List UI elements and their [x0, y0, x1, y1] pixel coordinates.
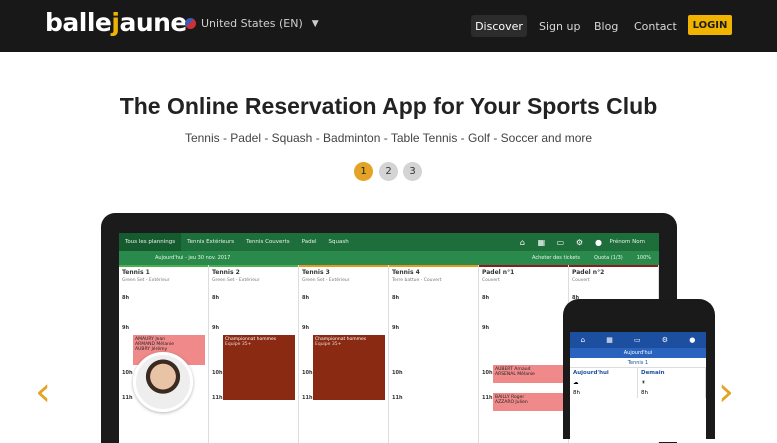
phone-tab-bar: ⌂ ▦ ▭ ⚙ ●	[570, 332, 706, 348]
chat-icon: ▭	[556, 237, 565, 247]
chat-icon: ▭	[634, 336, 641, 344]
hero-title: The Online Reservation App for Your Spor…	[119, 93, 658, 119]
carousel-page-2[interactable]: 2	[379, 162, 398, 181]
app-buy-tickets: Acheter des tickets	[532, 255, 580, 261]
phone-court-label: Tennis 1	[570, 358, 706, 368]
nav-signup[interactable]: Sign up	[539, 15, 580, 37]
phone-mockup: ⌂ ▦ ▭ ⚙ ● Aujourd'hui Tennis 1 Aujourd'h…	[563, 299, 715, 442]
court-column: Tennis 2 Green Set - Extérieur 8h 9h Cha…	[209, 265, 299, 443]
home-icon: ⌂	[519, 237, 525, 247]
hero-subtitle: Tennis - Padel - Squash - Badminton - Ta…	[184, 131, 593, 145]
booking-block: AUBERT Arnaud ARSENAL Mélanie	[493, 365, 565, 383]
cloud-icon: ☁	[570, 378, 638, 388]
booking-block: BAILLY Roger AZZARO Julien	[493, 393, 565, 411]
home-icon: ⌂	[580, 336, 586, 344]
person-avatar	[133, 352, 193, 412]
user-icon: ●	[594, 237, 602, 247]
carousel-next-arrow-icon[interactable]: ›	[718, 372, 734, 412]
app-tab: Squash	[328, 239, 349, 245]
calendar-icon: ▦	[606, 336, 613, 344]
phone-weather-row: ☁ ☀	[570, 378, 706, 388]
us-flag-icon	[185, 18, 196, 29]
top-nav-bar: ballejaune United States (EN) ▼ Discover…	[0, 0, 777, 52]
event-block: Championnat hommes Equipe 35+	[223, 335, 295, 400]
gear-icon: ⚙	[661, 336, 669, 344]
app-tab: Padel	[301, 239, 317, 245]
app-date-bar: Aujourd'hui - jeu 30 nov. 2017 Acheter d…	[119, 251, 659, 265]
app-tab: Tennis Extérieurs	[187, 239, 235, 245]
nav-discover[interactable]: Discover	[471, 15, 527, 37]
gear-icon: ⚙	[575, 237, 584, 247]
login-button[interactable]: LOGIN	[688, 15, 732, 35]
country-label: United States (EN)	[201, 17, 303, 30]
app-tab: Tennis Couverts	[246, 239, 290, 245]
phone-day-row: Aujourd'hui Demain	[570, 368, 706, 378]
caret-down-icon: ▼	[311, 18, 319, 29]
nav-contact[interactable]: Contact	[634, 15, 677, 37]
nav-blog[interactable]: Blog	[594, 15, 618, 37]
app-tab-bar: Tous les plannings Tennis Extérieurs Ten…	[119, 233, 659, 251]
phone-hour-row: 8h 8h	[570, 388, 706, 398]
sun-icon: ☀	[638, 378, 706, 388]
country-selector[interactable]: United States (EN) ▼	[185, 17, 319, 30]
app-date-label: Aujourd'hui - jeu 30 nov. 2017	[155, 255, 231, 261]
court-surface: Green Set - Extérieur	[122, 278, 170, 283]
calendar-icon: ▦	[537, 237, 546, 247]
phone-date-label: Aujourd'hui	[570, 348, 706, 358]
user-icon: ●	[689, 336, 696, 344]
app-tab: Tous les plannings	[119, 233, 182, 251]
app-user-name: Prénom Nom	[609, 239, 645, 245]
carousel-page-1[interactable]: 1	[354, 162, 373, 181]
carousel-prev-arrow-icon[interactable]: ‹	[35, 372, 51, 412]
event-block: Championnat hommes Equipe 35+	[313, 335, 385, 400]
carousel-page-3[interactable]: 3	[403, 162, 422, 181]
court-column: Tennis 4 Terre battue - Couvert 8h 9h 10…	[389, 265, 479, 443]
court-column: Padel n°1 Couvert 8h 9h 10h AUBERT Arnau…	[479, 265, 569, 443]
phone-app-screen: ⌂ ▦ ▭ ⚙ ● Aujourd'hui Tennis 1 Aujourd'h…	[570, 332, 706, 442]
court-column: Tennis 3 Green Set - Extérieur 8h 9h Cha…	[299, 265, 389, 443]
app-zoom: 100%	[636, 255, 651, 261]
court-name: Tennis 1	[122, 269, 150, 276]
brand-logo[interactable]: ballejaune	[45, 8, 187, 37]
app-quota: Quota (1/3)	[593, 255, 623, 261]
